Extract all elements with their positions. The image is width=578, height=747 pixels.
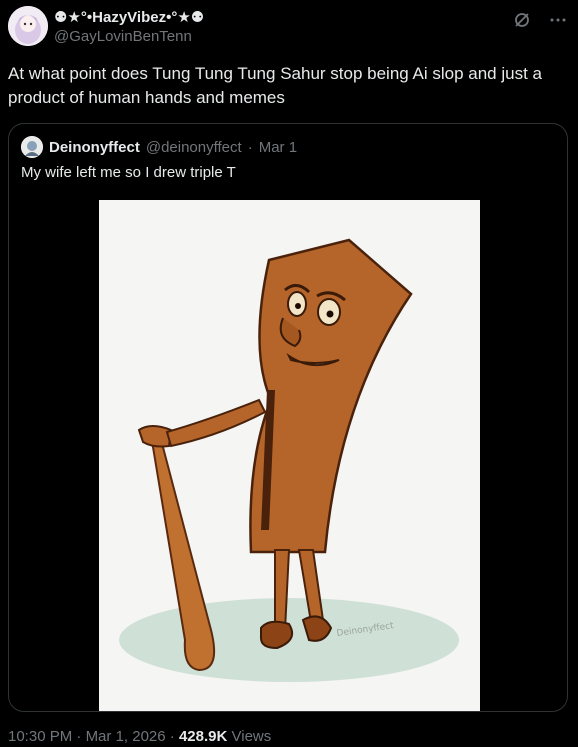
post-header: ⚉★°•HazyVibez•°★⚉ @GayLovinBenTenn — [8, 6, 570, 50]
grok-icon[interactable] — [512, 10, 532, 30]
post-time[interactable]: 10:30 PM — [8, 728, 72, 745]
views-label: Views — [231, 728, 272, 745]
figure-icon: ⚉ — [54, 9, 68, 26]
separator: · — [76, 728, 82, 745]
post-text: At what point does Tung Tung Tung Sahur … — [8, 64, 542, 107]
separator: · — [169, 728, 175, 745]
author-handle[interactable]: @GayLovinBenTenn — [54, 27, 204, 47]
view-count: 428.9K — [178, 728, 228, 745]
quoted-user-avatar[interactable] — [21, 136, 43, 158]
quoted-display-name[interactable]: Deinonyffect — [49, 139, 140, 156]
quoted-date[interactable]: Mar 1 — [259, 139, 297, 156]
user-avatar[interactable] — [8, 6, 48, 46]
post-date[interactable]: Mar 1, 2026 — [86, 728, 166, 745]
quoted-post[interactable]: Deinonyffect @deinonyffect · Mar 1 My wi… — [8, 123, 568, 712]
figure-icon: ⚉ — [190, 9, 205, 26]
post-footer: 10:30 PM · Mar 1, 2026 · 428.9K Views — [8, 728, 271, 745]
more-icon[interactable] — [548, 10, 568, 30]
author-display-name[interactable]: ⚉★°•HazyVibez•°★⚉ — [54, 9, 204, 27]
quoted-handle[interactable]: @deinonyffect — [146, 139, 242, 156]
quoted-text: My wife left me so I drew triple T — [21, 164, 236, 181]
separator: · — [247, 138, 253, 156]
quoted-image[interactable]: Deinonyffect — [99, 200, 480, 711]
